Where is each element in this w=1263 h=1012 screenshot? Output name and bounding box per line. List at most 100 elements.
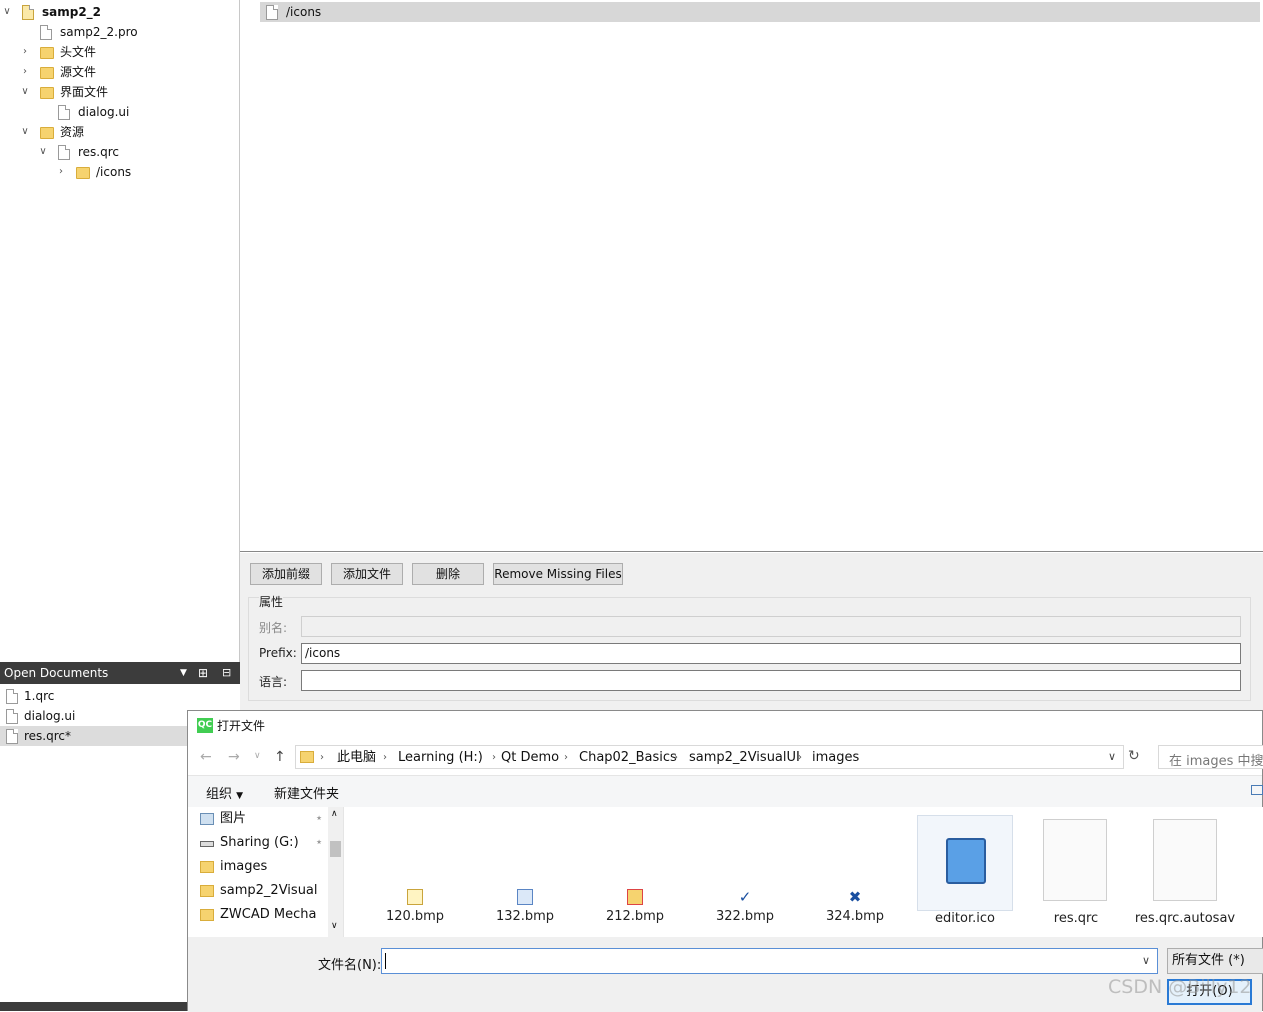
breadcrumb-chap02[interactable]: Chap02_Basics [579, 741, 677, 775]
chevron-down-icon[interactable]: ∨ [2, 2, 12, 22]
file-item-selected[interactable] [917, 815, 1013, 911]
tree-item-root[interactable]: ∨ samp2_2 [0, 2, 240, 22]
prefix-label: Prefix: [259, 646, 297, 660]
tree-item-forms[interactable]: ∨ 界面文件 [0, 82, 240, 102]
doc-label: 1.qrc [24, 689, 55, 703]
breadcrumb-samp2[interactable]: samp2_2VisualUI [689, 741, 800, 775]
file-label: 132.bmp [495, 909, 555, 924]
breadcrumb-this-pc[interactable]: 此电脑 [337, 741, 376, 775]
nav-scrollbar[interactable]: ∧ ∨ [328, 807, 343, 937]
file-item[interactable]: ✓ 322.bmp [700, 889, 790, 924]
file-item[interactable]: 120.bmp [370, 889, 460, 924]
add-files-button[interactable]: 添加文件 [331, 563, 403, 585]
view-options-icon[interactable] [1251, 785, 1263, 795]
chevron-right-icon[interactable]: › [492, 741, 496, 775]
scroll-down-icon[interactable]: ∨ [331, 921, 338, 931]
forms-folder-icon [40, 85, 54, 100]
chevron-down-icon[interactable]: ∨ [20, 82, 30, 102]
tree-item-resources[interactable]: ∨ 资源 [0, 122, 240, 142]
tree-item-headers[interactable]: › 头文件 [0, 42, 240, 62]
chevron-right-icon[interactable]: › [383, 741, 387, 775]
folder-icon [300, 751, 314, 763]
search-box[interactable]: 在 images 中搜索 [1158, 745, 1263, 769]
pin-icon[interactable]: ⋆ [315, 832, 323, 854]
new-folder-button[interactable]: 新建文件夹 [274, 783, 339, 802]
dialog-titlebar[interactable]: QC 打开文件 [188, 711, 1262, 741]
breadcrumb-qt-demo[interactable]: Qt Demo [501, 741, 559, 775]
bitmap-file-icon [627, 889, 643, 905]
remove-missing-files-button[interactable]: Remove Missing Files [493, 563, 623, 585]
properties-title: 属性 [259, 593, 284, 610]
back-arrow-icon[interactable]: ← [200, 749, 212, 765]
resource-tree-view[interactable]: /icons [240, 0, 1263, 552]
resources-folder-icon [40, 125, 54, 140]
chevron-down-icon[interactable]: ∨ [1142, 954, 1150, 967]
chevron-right-icon[interactable]: › [798, 741, 802, 775]
bitmap-file-icon [517, 889, 533, 905]
alias-input[interactable] [301, 616, 1241, 637]
prefix-row[interactable]: /icons [260, 2, 1260, 22]
file-label: res.qrc.autosav [1134, 911, 1236, 926]
scrollbar-thumb[interactable] [330, 841, 341, 857]
refresh-icon[interactable]: ↻ [1128, 748, 1140, 764]
file-label: res.qrc [1053, 911, 1099, 926]
file-type-filter[interactable]: 所有文件 (*) [1167, 948, 1263, 974]
pin-icon[interactable]: ⋆ [315, 808, 323, 830]
chevron-right-icon[interactable]: › [56, 162, 66, 182]
file-item[interactable]: ✖ 324.bmp [810, 889, 900, 924]
file-item[interactable]: 132.bmp [480, 889, 570, 924]
folder-icon [200, 861, 214, 873]
breadcrumb-images[interactable]: images [812, 741, 859, 775]
navigation-pane: 图片 ⋆ Sharing (G:) ⋆ images samp2_2Visual… [188, 807, 343, 937]
nav-item-samp2[interactable]: samp2_2Visual [200, 880, 318, 902]
nav-item-zwcad[interactable]: ZWCAD Mecha [200, 904, 316, 926]
forward-arrow-icon[interactable]: → [228, 749, 240, 765]
watermark: CSDN @Billy12 [1108, 976, 1252, 998]
doc-item[interactable]: 1.qrc [0, 686, 240, 706]
language-input[interactable] [301, 670, 1241, 691]
close-pane-icon[interactable]: ⊟ [222, 662, 231, 684]
nav-item-sharing[interactable]: Sharing (G:) ⋆ [200, 832, 323, 854]
tree-item-dialog-ui[interactable]: dialog.ui [0, 102, 240, 122]
open-documents-header: Open Documents ▼ ⊞ ⊟ [0, 662, 240, 684]
organize-button[interactable]: 组织 ▼ [206, 783, 243, 802]
chevron-down-icon[interactable]: ∨ [38, 142, 48, 162]
file-item[interactable]: 212.bmp [590, 889, 680, 924]
tree-label: 头文件 [60, 45, 97, 59]
tree-item-sources[interactable]: › 源文件 [0, 62, 240, 82]
nav-item-images[interactable]: images [200, 856, 267, 878]
tree-item-res-qrc[interactable]: ∨ res.qrc [0, 142, 240, 162]
file-label: editor.ico [935, 911, 995, 926]
chevron-right-icon[interactable]: › [564, 741, 568, 775]
chevron-right-icon[interactable]: › [674, 741, 678, 775]
alias-label: 别名: [259, 621, 288, 635]
address-bar[interactable]: › 此电脑 › Learning (H:) › Qt Demo › Chap02… [295, 745, 1124, 769]
chevron-right-icon[interactable]: › [320, 741, 324, 775]
delete-button[interactable]: 删除 [412, 563, 484, 585]
bitmap-file-icon [407, 889, 423, 905]
prefix-input[interactable]: /icons [301, 643, 1241, 664]
up-arrow-icon[interactable]: ↑ [274, 749, 286, 765]
dropdown-arrow-icon[interactable]: ▼ [180, 662, 187, 684]
file-list: 120.bmp 132.bmp 212.bmp ✓ 322.bmp ✖ 324.… [343, 807, 1263, 937]
qrc-file-icon [6, 689, 18, 704]
filename-row: 文件名(N): ∨ 所有文件 (*) 打开(O) [188, 937, 1263, 1012]
nav-item-pictures[interactable]: 图片 ⋆ [200, 808, 323, 830]
recent-dropdown-icon[interactable]: ∨ [254, 751, 261, 761]
tree-item-icons-prefix[interactable]: › /icons [0, 162, 240, 182]
pictures-icon [200, 813, 214, 825]
filename-input[interactable]: ∨ [381, 948, 1158, 974]
breadcrumb-learning[interactable]: Learning (H:) [398, 741, 483, 775]
folder-icon [200, 885, 214, 897]
blank-file-icon [1043, 819, 1107, 901]
chevron-right-icon[interactable]: › [20, 42, 30, 62]
add-prefix-button[interactable]: 添加前缀 [250, 563, 322, 585]
chevron-down-icon[interactable]: ∨ [20, 122, 30, 142]
scroll-up-icon[interactable]: ∧ [331, 809, 338, 819]
tree-item-pro[interactable]: samp2_2.pro [0, 22, 240, 42]
nav-item-label: samp2_2Visual [220, 883, 318, 898]
split-icon[interactable]: ⊞ [198, 662, 208, 684]
chevron-right-icon[interactable]: › [20, 62, 30, 82]
chevron-down-icon[interactable]: ∨ [1108, 750, 1116, 763]
qrc-file-icon [58, 145, 72, 160]
